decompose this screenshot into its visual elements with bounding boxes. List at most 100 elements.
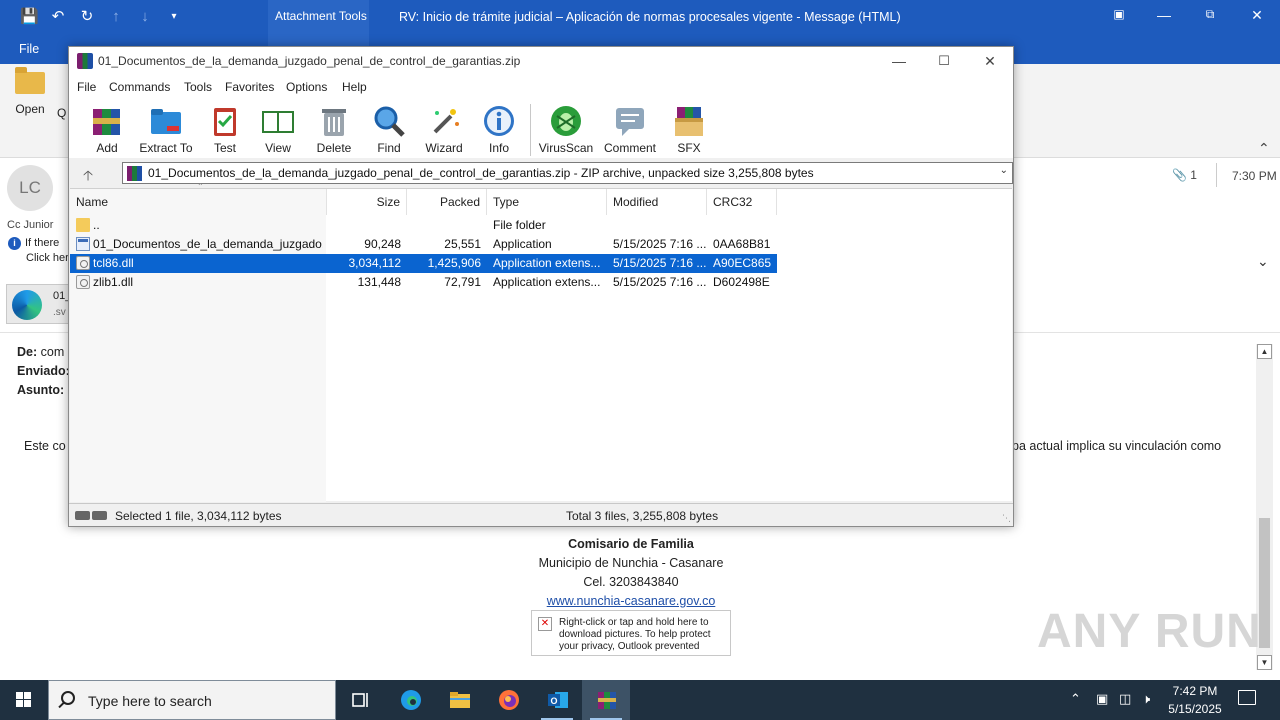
attachment-card[interactable]: 01_ .sv	[6, 284, 72, 324]
extract-to-button[interactable]: Extract To	[137, 102, 195, 156]
find-button[interactable]: Find	[367, 102, 411, 156]
search-placeholder: Type here to search	[88, 693, 212, 709]
close-icon[interactable]: ✕	[1247, 7, 1267, 24]
next-item-icon[interactable]: ↓	[136, 8, 154, 26]
table-row[interactable]: zlib1.dll 131,448 72,791 Application ext…	[70, 273, 777, 292]
view-button[interactable]: View	[255, 102, 301, 156]
test-clipboard-icon	[208, 104, 242, 138]
restore-icon[interactable]: ⧉	[1200, 7, 1220, 22]
winrar-addressbar: 🡡 01_Documentos_de_la_demanda_juzgado_pe…	[69, 159, 1013, 187]
scroll-up-icon[interactable]: ▲	[1257, 344, 1272, 359]
delete-button[interactable]: Delete	[312, 102, 356, 156]
table-row[interactable]: 01_Documentos_de_la_demanda_juzgado... 9…	[70, 235, 777, 254]
taskbar-outlook[interactable]: O	[533, 680, 581, 720]
winrar-toolbar: Add Extract To Test View Delete Find Wiz…	[69, 98, 1013, 158]
ribbon-display-options-icon[interactable]: ▣	[1109, 7, 1129, 21]
wizard-button[interactable]: Wizard	[422, 102, 466, 156]
resize-grip-icon[interactable]: ⋱	[1002, 513, 1011, 524]
minimize-icon[interactable]: —	[1154, 7, 1174, 23]
archive-path-dropdown[interactable]: 01_Documentos_de_la_demanda_juzgado_pena…	[122, 162, 1013, 184]
start-button[interactable]	[0, 680, 48, 720]
wizard-wand-icon	[427, 104, 461, 138]
winrar-maximize-icon[interactable]: ☐	[929, 50, 959, 72]
expand-header-icon[interactable]: ⌄	[1257, 253, 1269, 270]
menu-file[interactable]: File	[77, 80, 96, 94]
add-button[interactable]: Add	[85, 102, 129, 156]
menu-options[interactable]: Options	[286, 80, 327, 94]
winrar-minimize-icon[interactable]: —	[884, 50, 914, 72]
status-selected: Selected 1 file, 3,034,112 bytes	[115, 509, 282, 523]
column-header-type[interactable]: Type	[487, 189, 607, 215]
column-header-packed[interactable]: Packed	[407, 189, 487, 215]
notifications-icon[interactable]	[1238, 690, 1256, 705]
toolbar-separator	[530, 104, 531, 156]
attachment-count: 📎 1	[1172, 168, 1197, 182]
file-tab[interactable]: File	[19, 42, 39, 56]
clock-date[interactable]: 5/15/2025	[1160, 702, 1230, 716]
task-view-button[interactable]	[336, 680, 384, 720]
open-button[interactable]: Open	[10, 67, 50, 116]
winrar-icon	[598, 692, 616, 709]
status-total: Total 3 files, 3,255,808 bytes	[566, 509, 719, 523]
show-hidden-icons-icon[interactable]: ⌃	[1070, 691, 1081, 707]
info-bar-line1[interactable]: i If there	[8, 237, 59, 250]
customize-qat-icon[interactable]: ▾	[165, 8, 183, 26]
outlook-icon: O	[548, 692, 568, 708]
virusscan-button[interactable]: VirusScan	[538, 102, 594, 156]
taskbar-edge[interactable]	[386, 680, 434, 720]
previous-item-icon[interactable]: ↑	[107, 8, 125, 26]
signature-website-link[interactable]: www.nunchia-casanare.gov.co	[547, 594, 716, 608]
menu-help[interactable]: Help	[342, 80, 367, 94]
winrar-close-icon[interactable]: ✕	[975, 50, 1005, 72]
sfx-button[interactable]: SFX	[667, 102, 711, 156]
from-field: De: com	[17, 345, 65, 359]
taskbar-firefox[interactable]	[484, 680, 532, 720]
quick-print-fragment[interactable]: Q	[57, 106, 66, 120]
add-icon	[90, 104, 124, 138]
column-header-modified[interactable]: Modified	[607, 189, 707, 215]
find-magnifier-icon	[372, 104, 406, 138]
comment-button[interactable]: Comment	[601, 102, 659, 156]
volume-icon[interactable]: 🕨	[1142, 691, 1150, 707]
clock-time[interactable]: 7:42 PM	[1160, 684, 1230, 698]
column-header-size[interactable]: Size	[327, 189, 407, 215]
column-header-name[interactable]: Name	[70, 189, 327, 215]
collapse-ribbon-icon[interactable]: ⌃	[1258, 140, 1270, 157]
task-view-icon	[352, 693, 368, 707]
table-row-parent[interactable]: .. File folder	[70, 216, 777, 235]
winrar-titlebar: 01_Documentos_de_la_demanda_juzgado_pena…	[69, 47, 1013, 76]
outlook-window-title: RV: Inicio de trámite judicial – Aplicac…	[399, 10, 901, 24]
network-icon[interactable]: ◫	[1119, 691, 1131, 707]
info-bar-line2[interactable]: Click her	[26, 252, 69, 264]
test-button[interactable]: Test	[203, 102, 247, 156]
sent-field: Enviado:	[17, 364, 70, 378]
undo-icon[interactable]: ↶	[49, 8, 67, 26]
blocked-image-text: Right-click or tap and hold here to down…	[559, 617, 711, 652]
taskbar-search-box[interactable]: Type here to search	[48, 680, 336, 720]
anyrun-watermark: ANY RUN	[1037, 605, 1262, 658]
chevron-down-icon[interactable]: ⌄	[1000, 165, 1008, 176]
security-tray-icon[interactable]: ▣	[1096, 691, 1108, 707]
taskbar-winrar[interactable]	[582, 680, 630, 720]
info-button[interactable]: Info	[477, 102, 521, 156]
attachment-tools-label: Attachment Tools	[275, 9, 367, 23]
menu-favorites[interactable]: Favorites	[225, 80, 274, 94]
archive-path-text: 01_Documentos_de_la_demanda_juzgado_pena…	[148, 166, 814, 180]
menu-tools[interactable]: Tools	[184, 80, 212, 94]
application-icon	[76, 237, 90, 251]
archive-icon	[127, 166, 142, 181]
taskbar-file-explorer[interactable]	[435, 680, 483, 720]
table-row-selected[interactable]: tcl86.dll 3,034,112 1,425,906 Applicatio…	[70, 254, 777, 273]
dll-file-icon	[76, 275, 90, 289]
file-list: ⌃ Name Size Packed Type Modified CRC32 .…	[70, 182, 1012, 502]
menu-commands[interactable]: Commands	[109, 80, 170, 94]
blocked-image-placeholder[interactable]: ✕ Right-click or tap and hold here to do…	[531, 610, 731, 656]
drive-status-icon[interactable]	[75, 509, 111, 520]
save-icon[interactable]: 💾	[20, 8, 39, 26]
extract-folder-icon	[149, 104, 183, 138]
redo-icon[interactable]: ↻	[78, 8, 96, 26]
column-header-crc32[interactable]: CRC32	[707, 189, 777, 215]
comment-bubble-icon	[613, 104, 647, 138]
up-folder-icon[interactable]: 🡡	[83, 165, 93, 189]
taskbar: Type here to search O ⌃ ▣ ◫ 🕨 7:42 PM 5/…	[0, 680, 1280, 720]
